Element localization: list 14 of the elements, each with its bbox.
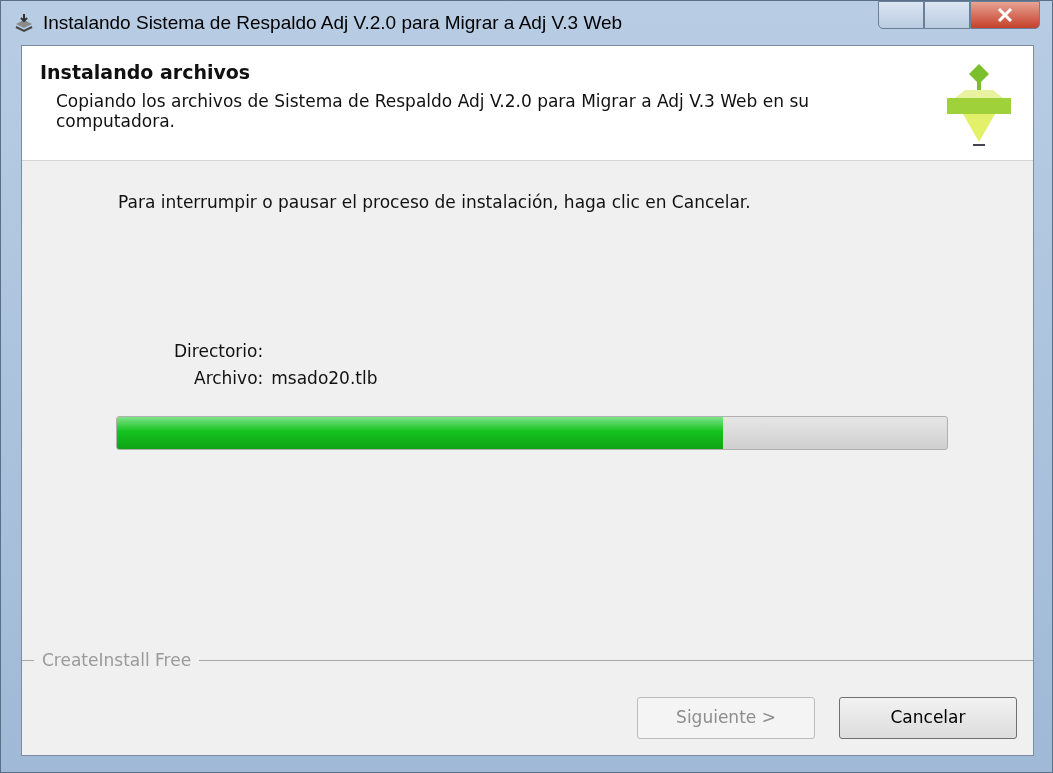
window-title: Instalando Sistema de Respaldo Adj V.2.0 para Migrar a Adj V.3 Web xyxy=(43,10,623,35)
step-description: Copiando los archivos de Sistema de Respaldo Adj V.2.0 para Migrar a Adj V.3 Web en su computadora. xyxy=(55,90,811,132)
file-name: msado20.tlb xyxy=(271,367,378,391)
installer-icon xyxy=(13,12,35,34)
maximize-button[interactable] xyxy=(924,1,970,29)
close-icon xyxy=(997,8,1013,22)
file-label: Archivo: xyxy=(194,367,264,391)
minimize-button[interactable] xyxy=(878,1,924,29)
instruction-text: Para interrumpir o pausar el proceso de instalación, haga clic en Cancelar. xyxy=(118,191,752,214)
step-title: Instalando archivos xyxy=(40,60,252,85)
directory-label: Directorio: xyxy=(174,340,264,361)
cancel-button[interactable]: Cancelar xyxy=(839,697,1017,739)
brand-label: CreateInstall Free xyxy=(42,648,192,672)
close-button[interactable] xyxy=(970,1,1040,29)
